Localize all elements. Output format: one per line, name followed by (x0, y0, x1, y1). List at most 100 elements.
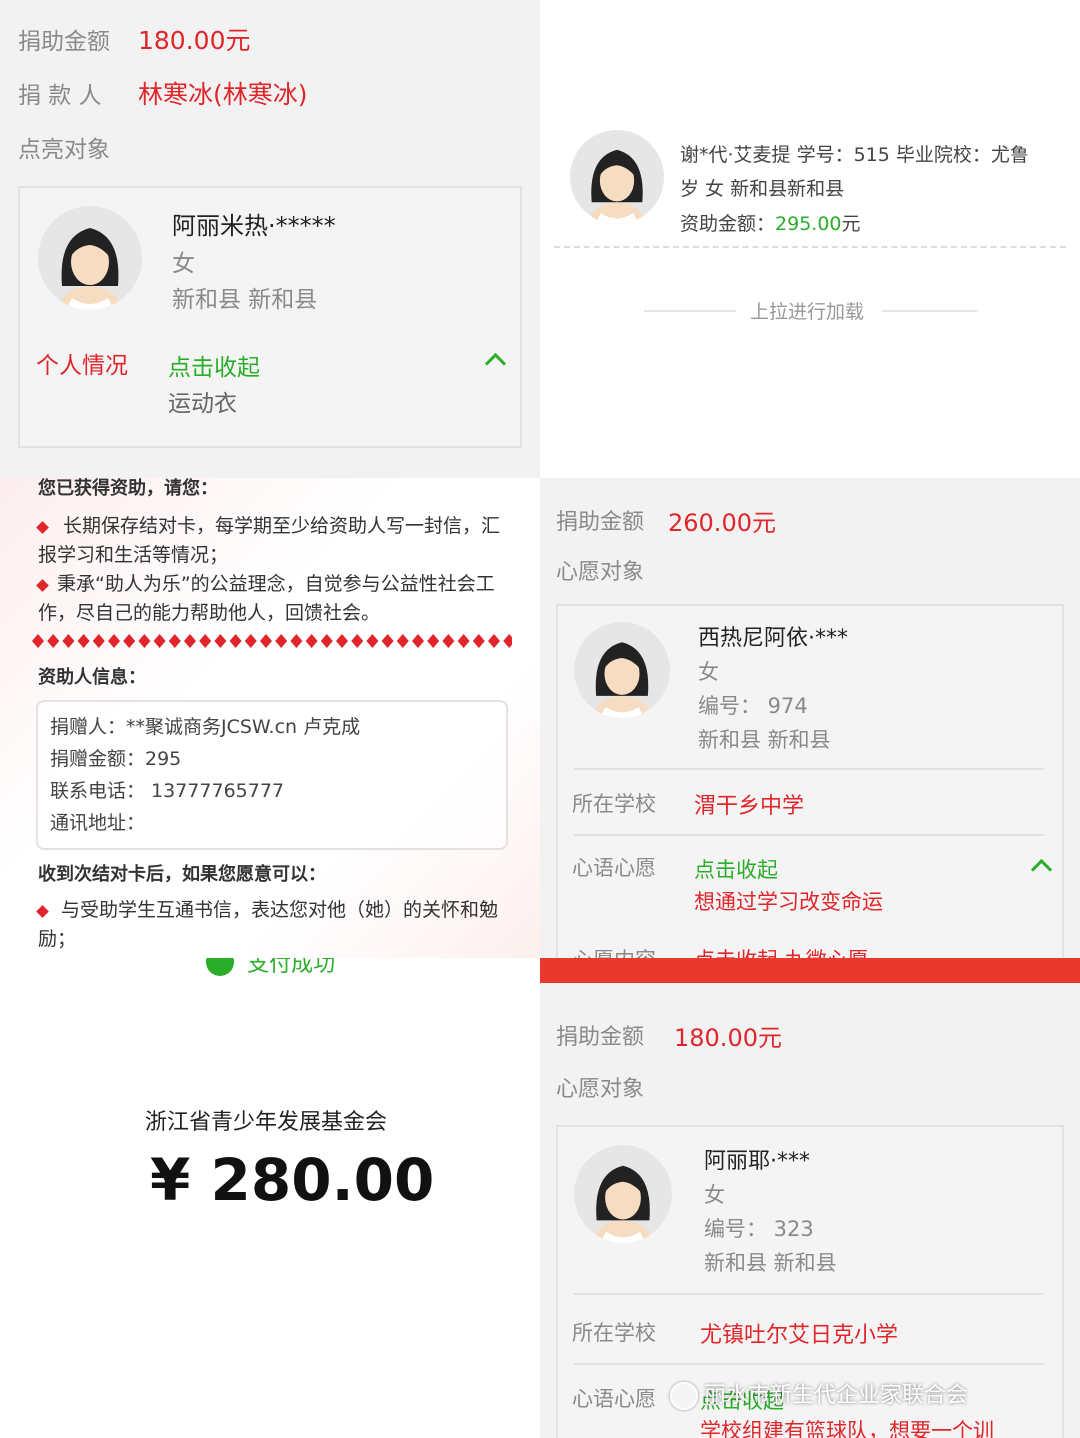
watermark-text: 丽水市新生代企业家联合会 (704, 1383, 969, 1408)
panel-payment-success: 支付成功 浙江省青少年发展基金会 ¥ 280.00 (0, 958, 540, 1438)
donor-value: 林寒冰(林寒冰) (138, 80, 308, 109)
chevron-up-icon[interactable] (1030, 858, 1053, 881)
student-id: 编号： 974 (698, 694, 808, 718)
student-location: 新和县 新和县 (172, 287, 318, 313)
student-location: 新和县 新和县 (704, 1251, 837, 1275)
row-divider (574, 834, 1044, 836)
avatar-girl-icon (592, 1165, 654, 1243)
target-label: 心愿对象 (556, 560, 645, 585)
wish-text: 学校组建有篮球队，想要一个训 (700, 1419, 994, 1438)
diamond-bullet-icon (36, 579, 49, 592)
diamond-mark (503, 634, 512, 648)
funding-label: 资助金额： (680, 213, 776, 235)
diamond-mark (92, 634, 105, 648)
diamond-mark (153, 634, 166, 648)
diamond-mark (336, 634, 348, 648)
wish-text: 想通过学习改变命运 (694, 890, 883, 914)
diamond-mark (62, 634, 75, 648)
sponsor-heading: 资助人信息： (38, 667, 146, 688)
school-label: 所在学校 (572, 792, 656, 816)
diamond-bullet-icon (36, 521, 49, 534)
target-label: 心愿对象 (556, 1077, 645, 1102)
load-divider-right (882, 310, 978, 312)
avatar (38, 206, 142, 310)
red-divider-bar (540, 958, 1080, 983)
diamond-mark (229, 634, 242, 648)
diamond-mark (366, 634, 379, 648)
row-divider (574, 768, 1044, 770)
sponsor-line: 捐赠人：**聚诚商务JCSW.cn 卢克成 (50, 716, 361, 738)
situation-label: 个人情况 (36, 353, 128, 379)
panel-funding-list: 谢*代·艾麦提 学号：515 毕业院校：尤鲁 岁 女 新和县新和县 资助金额：2… (540, 0, 1080, 478)
diamond-mark (214, 634, 227, 648)
sponsor-box: 捐赠人：**聚诚商务JCSW.cn 卢克成 捐赠金额：295 联系电话： 137… (36, 700, 508, 850)
sponsor-line: 通讯地址： (50, 812, 146, 834)
bullet-item-1: 长期保存结对卡，每学期至少给资助人写一封信，汇报学习和生活等情况； (36, 515, 501, 566)
panel-donation-record-1: 捐助金额 180.00元 捐 款 人 林寒冰(林寒冰) 点亮对象 阿丽米热·**… (0, 0, 540, 478)
diamond-mark (412, 634, 424, 648)
donor-label: 捐 款 人 (18, 83, 102, 109)
amount-label: 捐助金额 (556, 1025, 645, 1050)
amount-label: 捐助金额 (556, 510, 645, 535)
amount-value: 260.00元 (668, 509, 776, 537)
panel-pairing-card: 您已获得资助，请您： 长期保存结对卡，每学期至少给资助人写一封信，汇报学习和生活… (0, 478, 540, 958)
payment-amount: ¥ 280.00 (150, 1146, 435, 1214)
amount-label: 捐助金额 (18, 29, 110, 55)
cut-value: 点击收起 九微心愿 (694, 944, 869, 958)
target-label: 点亮对象 (18, 137, 110, 163)
cut-label: 心愿内容 (572, 944, 656, 958)
diamond-mark (320, 634, 333, 648)
avatar-girl-icon (588, 149, 646, 224)
sponsor-line: 捐赠金额：295 (50, 748, 182, 770)
wechat-channel-icon (670, 1382, 698, 1410)
success-line: 支付成功 (206, 958, 335, 978)
diamond-mark (396, 634, 409, 648)
diamond-mark (488, 634, 500, 648)
diamond-mark (47, 634, 60, 648)
diamond-mark (351, 634, 364, 648)
avatar-girl-icon (592, 642, 652, 718)
student-card: 阿丽米热·***** 女 新和县 新和县 个人情况 点击收起 运动衣 (18, 186, 522, 448)
diamond-mark (381, 634, 394, 648)
student-gender: 女 (698, 660, 719, 684)
school-label: 所在学校 (572, 1321, 656, 1345)
amount-value: 180.00元 (138, 26, 251, 55)
diamond-mark (199, 634, 212, 648)
wish-text: 运动衣 (168, 391, 237, 417)
row-divider (574, 1293, 1044, 1295)
student-info-line2: 岁 女 新和县新和县 (680, 178, 845, 200)
diamond-divider (32, 634, 512, 648)
avatar (574, 1145, 672, 1243)
dashed-divider (554, 246, 1066, 248)
diamond-bullet-icon (36, 905, 49, 918)
collapse-link[interactable]: 点击收起 (694, 854, 778, 884)
avatar-girl-icon (58, 228, 122, 310)
diamond-mark (123, 634, 136, 648)
diamond-mark (168, 634, 181, 648)
check-circle-icon (206, 958, 234, 976)
funding-value: 295.00 (775, 213, 842, 235)
merchant-name: 浙江省青少年发展基金会 (145, 1110, 388, 1135)
collapse-link[interactable]: 点击收起 (168, 348, 260, 382)
diamond-mark (184, 634, 196, 648)
bullet-item-2: 秉承“助人为乐”的公益理念，自觉参与公益性社会工作，尽自己的能力帮助他人，回馈社… (36, 573, 495, 624)
cut-heading: 您已获得资助，请您： (38, 478, 218, 499)
avatar (570, 130, 664, 224)
diamond-mark (77, 634, 90, 648)
diamond-mark (138, 634, 151, 648)
diamond-mark (472, 634, 485, 648)
load-more-text[interactable]: 上拉进行加载 (750, 297, 864, 324)
load-divider-left (644, 310, 736, 312)
student-gender: 女 (172, 251, 195, 277)
panel-wish-record-1: 捐助金额 260.00元 心愿对象 西热尼阿依·*** 女 编号： 974 新和… (540, 478, 1080, 958)
bullet-item-3: 与受助学生互通书信，表达您对他（她）的关怀和勉励； (36, 899, 499, 950)
funding-unit: 元 (841, 213, 861, 235)
diamond-mark (260, 634, 272, 648)
school-value: 尤镇吐尔艾日克小学 (700, 1323, 899, 1348)
chevron-up-icon[interactable] (484, 352, 507, 375)
diamond-mark (275, 634, 288, 648)
student-name: 阿丽耶·*** (704, 1149, 810, 1174)
panel-wish-record-2: 捐助金额 180.00元 心愿对象 阿丽耶·*** 女 编号： 323 新和县 … (540, 983, 1080, 1438)
row-divider (574, 1363, 1044, 1365)
diamond-mark (457, 634, 470, 648)
